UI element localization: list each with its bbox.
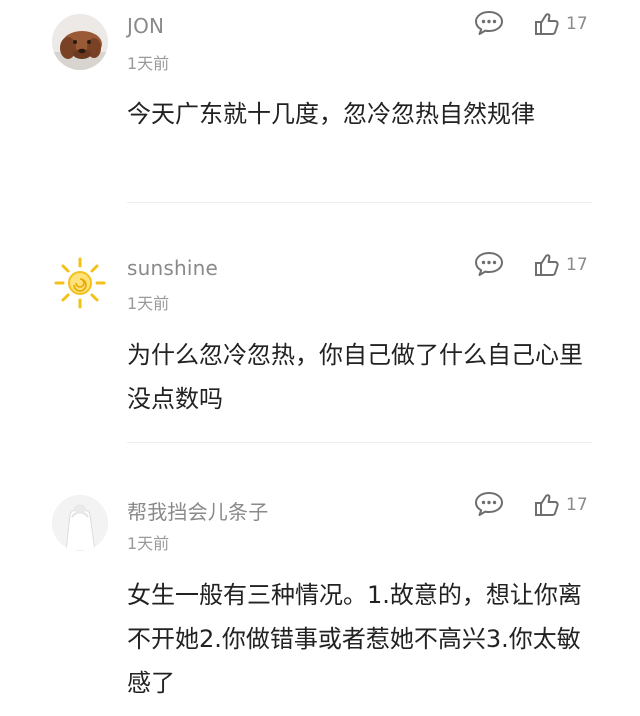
thumbs-up-icon [535,13,559,35]
comment-text: 女生一般有三种情况。1.故意的，想让你离不开她2.你做错事或者惹她不高兴3.你太… [127,581,582,697]
like-button[interactable]: 17 [534,10,588,38]
avatar[interactable] [52,255,108,311]
comment-text: 今天广东就十几度，忽冷忽热自然规律 [127,100,535,128]
comment-bubble-icon [475,492,503,516]
username[interactable]: 帮我挡会儿条子 [127,496,268,525]
timestamp: 1天前 [127,294,170,313]
reply-button[interactable] [473,251,505,277]
sun-avatar-icon [54,257,106,309]
avatar[interactable] [52,495,108,551]
like-count: 17 [566,255,588,275]
comment-bubble-icon [475,252,503,276]
thumbs-up-icon [535,494,559,516]
reply-button[interactable] [473,491,505,517]
divider [127,202,592,203]
thumbs-up-icon [535,254,559,276]
like-button[interactable]: 17 [534,491,588,519]
like-count: 17 [566,495,588,515]
like-count: 17 [566,14,588,34]
dog-avatar-icon [52,14,108,70]
avatar[interactable] [52,14,108,70]
timestamp: 1天前 [127,534,170,553]
username[interactable]: sunshine [127,256,218,280]
comment-item: sunshine 1天前 17 为什么忽冷忽热，你自己做了什么自己心里没点数吗 [0,205,640,445]
figure-avatar-icon [52,495,108,551]
divider [127,442,592,443]
reply-button[interactable] [473,10,505,36]
like-button[interactable]: 17 [534,251,588,279]
comment-item: JON 1天前 17 今天广东就十几度，忽冷忽热自然规律 [0,0,640,205]
timestamp: 1天前 [127,54,170,73]
username[interactable]: JON [127,14,164,38]
comment-item: 帮我挡会儿条子 1天前 17 女生一般有三种情况。1.故意的，想让你离不开她2.… [0,445,640,716]
comment-bubble-icon [475,11,503,35]
comment-text: 为什么忽冷忽热，你自己做了什么自己心里没点数吗 [127,341,583,413]
